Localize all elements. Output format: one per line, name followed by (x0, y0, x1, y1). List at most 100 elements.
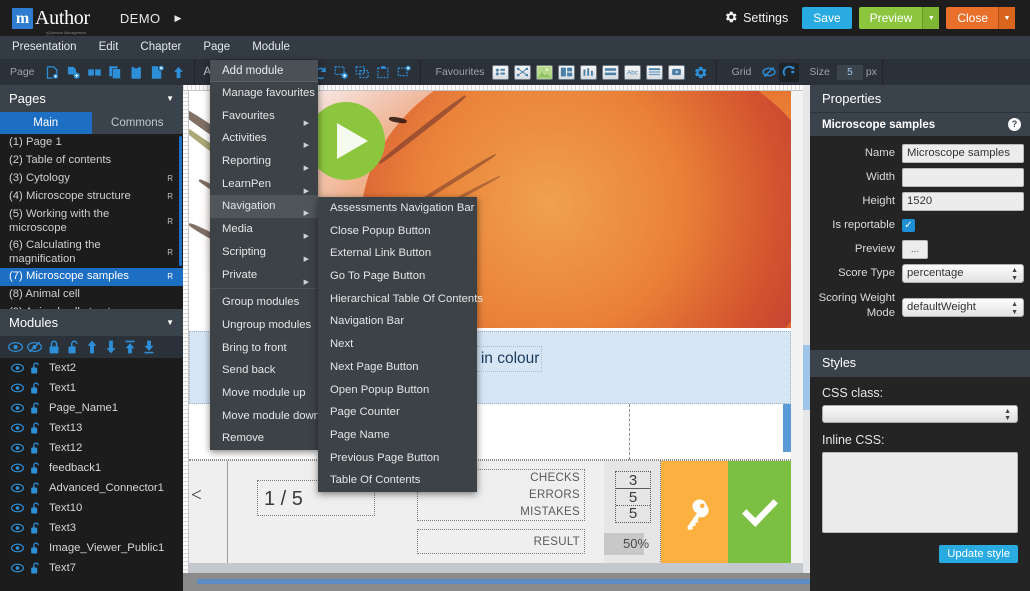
duplicate-module-icon[interactable] (352, 62, 373, 82)
module-list-item[interactable]: Text12 (0, 438, 183, 458)
canvas-vscroll-thumb[interactable] (803, 345, 810, 410)
module-list-item[interactable]: Text7 (0, 558, 183, 578)
video-module-icon[interactable] (667, 64, 685, 80)
canvas-vertical-scrollbar[interactable] (803, 85, 810, 591)
stepper-up-icon[interactable]: ▲ (1011, 267, 1018, 274)
project-play-icon[interactable]: ▶ (174, 13, 181, 24)
settings-gear-icon[interactable] (690, 62, 711, 82)
preview-browse-button[interactable]: ... (902, 240, 928, 259)
unlock-icon[interactable] (26, 562, 44, 574)
submenu-item-table-of-contents[interactable]: Table Of Contents (318, 469, 477, 492)
page-list-item[interactable]: (8) Animal cell (0, 286, 183, 304)
ctx-item-activities[interactable]: Activities ▶ (210, 127, 318, 150)
inline-css-textarea[interactable] (822, 452, 1018, 533)
menu-item-chapter[interactable]: Chapter (129, 36, 192, 59)
submenu-item-previous-page-button[interactable]: Previous Page Button (318, 447, 477, 470)
move-page-up-icon[interactable] (168, 62, 189, 82)
check-button-module[interactable] (728, 461, 791, 564)
submenu-item-next[interactable]: Next (318, 333, 477, 356)
duplicate-page-icon[interactable] (63, 62, 84, 82)
tab-commons[interactable]: Commons (91, 112, 183, 134)
update-style-button[interactable]: Update style (939, 545, 1018, 563)
unlock-icon[interactable] (26, 402, 44, 414)
unlock-icon[interactable] (26, 522, 44, 534)
ctx-item-move-module-down[interactable]: Move module down (210, 405, 320, 428)
grid-hidden-icon[interactable] (758, 62, 779, 82)
chevron-down-icon[interactable]: ▼ (166, 318, 174, 327)
bottom-module-area[interactable]: 1 / 5 CHECKS ERRORS MISTAKES RESULT 3 5 … (189, 460, 791, 572)
abc-module-icon[interactable]: Abc (623, 64, 641, 80)
move-to-bottom-icon[interactable] (139, 340, 158, 354)
module-list-item[interactable]: Text1 (0, 378, 183, 398)
previous-arrow-icon[interactable]: < (191, 485, 202, 507)
submenu-item-page-name[interactable]: Page Name (318, 424, 477, 447)
ctx-item-navigation[interactable]: Navigation ▶ (210, 195, 318, 219)
add-page-icon[interactable] (42, 62, 63, 82)
result-module[interactable]: RESULT (417, 529, 585, 554)
image-module-icon[interactable] (535, 64, 553, 80)
stepper-up-icon[interactable]: ▲ (1011, 301, 1018, 308)
choice-module-icon[interactable] (491, 64, 509, 80)
stepper-down-icon[interactable]: ▼ (1011, 309, 1018, 316)
preview-dropdown-caret[interactable]: ▼ (922, 7, 940, 29)
text-module-icon[interactable] (601, 64, 619, 80)
delete-page-icon[interactable] (147, 62, 168, 82)
key-button-module[interactable] (661, 461, 728, 564)
modules-panel-header[interactable]: Modules ▼ (0, 309, 183, 336)
page-list-item[interactable]: (3) Cytology R (0, 170, 183, 188)
menu-item-presentation[interactable]: Presentation (0, 36, 88, 59)
lock-icon[interactable] (44, 340, 63, 354)
ctx-item-private[interactable]: Private ▶ (210, 264, 318, 287)
ctx-item-scripting[interactable]: Scripting ▶ (210, 241, 318, 264)
submenu-item-open-popup-button[interactable]: Open Popup Button (318, 379, 477, 402)
move-up-icon[interactable] (82, 340, 101, 354)
page-list-item[interactable]: (4) Microscope structure R (0, 188, 183, 206)
connection-module-icon[interactable] (513, 64, 531, 80)
add-module-icon[interactable] (331, 62, 352, 82)
close-dropdown-caret[interactable]: ▼ (998, 7, 1015, 29)
canvas-horizontal-scrollbar[interactable] (189, 563, 810, 573)
project-name[interactable]: DEMO (120, 11, 161, 26)
ordering-module-icon[interactable] (579, 64, 597, 80)
play-button-icon[interactable] (307, 102, 385, 180)
add-module-context-menu[interactable]: Add module Manage favourites Favourites ▶… (210, 60, 320, 450)
show-eye-icon[interactable] (8, 383, 26, 393)
tab-main[interactable]: Main (0, 112, 92, 134)
page-list-item[interactable]: (9) Animal cell structure (0, 304, 183, 309)
pages-list-scrollbar[interactable] (179, 136, 182, 266)
module-list-item[interactable]: Advanced_Connector1 (0, 478, 183, 498)
save-button[interactable]: Save (802, 7, 852, 29)
css-class-select[interactable]: ▲ ▼ (822, 405, 1018, 423)
unlock-icon[interactable] (26, 482, 44, 494)
paste-module-icon[interactable] (373, 62, 394, 82)
unlock-icon[interactable] (26, 442, 44, 454)
show-eye-icon[interactable] (8, 423, 26, 433)
chevron-down-icon[interactable]: ▼ (166, 94, 174, 103)
ctx-item-remove[interactable]: Remove (210, 427, 318, 450)
unlock-icon[interactable] (26, 362, 44, 374)
preview-button[interactable]: Preview ▼ (858, 7, 940, 29)
unlock-icon[interactable] (26, 422, 44, 434)
score-fraction-module[interactable]: 3 5 5 50% (604, 461, 661, 572)
unlock-icon[interactable] (26, 542, 44, 554)
page-list-item[interactable]: (5) Working with the microscope R (0, 206, 183, 237)
name-input[interactable]: Microscope samples (902, 144, 1024, 163)
show-eye-icon[interactable] (8, 503, 26, 513)
menu-item-module[interactable]: Module (241, 36, 301, 59)
submenu-item-go-to-page-button[interactable]: Go To Page Button (318, 265, 477, 288)
page-list-item[interactable]: (1) Page 1 (0, 134, 183, 152)
bottom-progress-bar[interactable] (197, 579, 817, 584)
unlock-icon[interactable] (26, 462, 44, 474)
show-eye-icon[interactable] (8, 563, 26, 573)
copy-pages-icon[interactable] (105, 62, 126, 82)
question-mark-icon[interactable]: ? (1008, 118, 1021, 131)
table-module-icon[interactable] (557, 64, 575, 80)
module-list-item[interactable]: Text13 (0, 418, 183, 438)
ctx-item-favourites[interactable]: Favourites ▶ (210, 105, 318, 128)
show-eye-icon[interactable] (6, 341, 25, 353)
delete-module-icon[interactable] (394, 62, 415, 82)
page-list-item[interactable]: (2) Table of contents (0, 152, 183, 170)
ctx-item-send-back[interactable]: Send back (210, 359, 318, 382)
settings-button[interactable]: Settings (724, 10, 788, 27)
submenu-item-next-page-button[interactable]: Next Page Button (318, 356, 477, 379)
